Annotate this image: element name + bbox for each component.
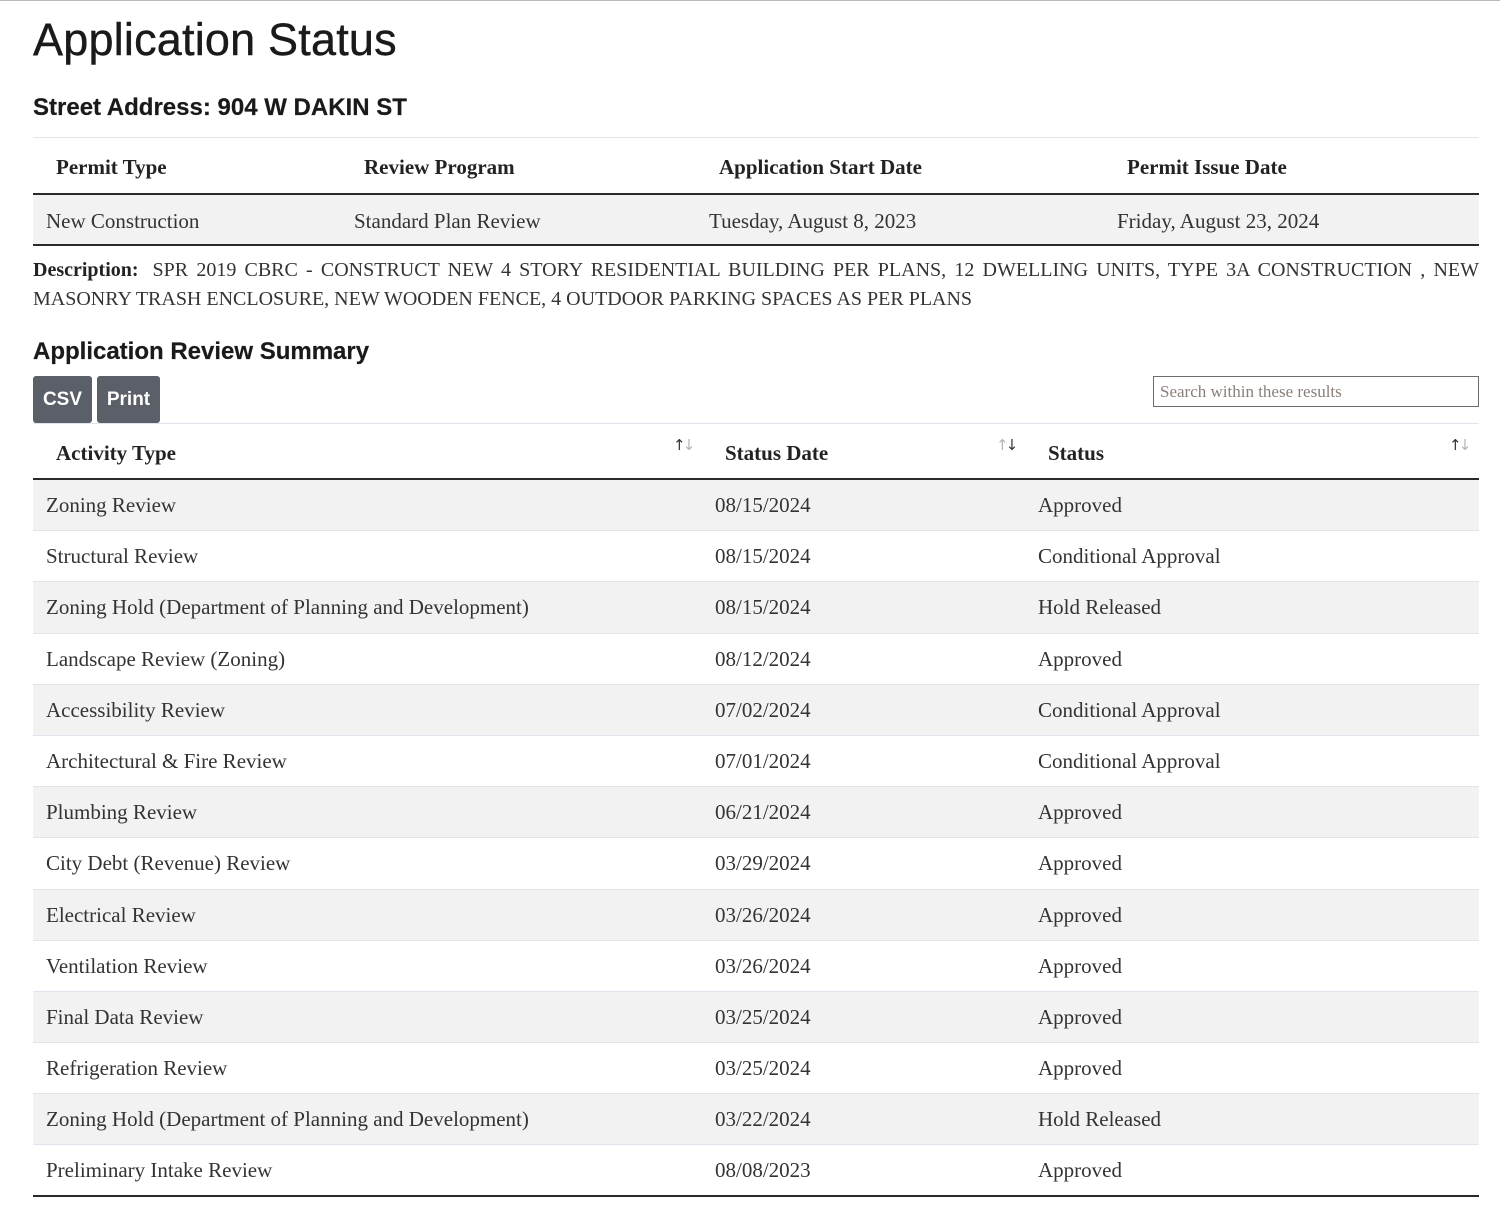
status-date-cell: 03/26/2024 bbox=[715, 953, 811, 978]
status-date-cell: 08/15/2024 bbox=[715, 493, 811, 517]
status-cell: Conditional Approval bbox=[1038, 544, 1221, 569]
status-cell: Approved bbox=[1038, 800, 1122, 825]
status-date-cell: 07/01/2024 bbox=[715, 748, 811, 773]
activity-type-cell: Refrigeration Review bbox=[46, 1056, 228, 1081]
status-cell: Approved bbox=[1038, 902, 1122, 927]
activity-type-cell: Preliminary Intake Review bbox=[46, 1158, 273, 1183]
table-row: Preliminary Intake Review 08/08/2023 Appro… bbox=[33, 1145, 1479, 1197]
activity-type-cell: Ventilation Review bbox=[46, 953, 208, 978]
print-button[interactable]: Print bbox=[97, 376, 160, 423]
permit-description: Description: SPR 2019 CBRC - CONSTRUCT NE… bbox=[33, 256, 1479, 314]
status-date-cell: 03/22/2024 bbox=[715, 1107, 811, 1132]
status-date-cell: 03/25/2024 bbox=[715, 1004, 811, 1029]
activity-type-cell: City Debt (Revenue) Review bbox=[46, 851, 291, 876]
activity-type-cell: Zoning Hold (Department of Planning and … bbox=[46, 1107, 529, 1132]
review-table-header: Activity Type ↑↓ Status Date ↑↓ Status ↑… bbox=[33, 424, 1479, 480]
status-cell: Approved bbox=[1038, 1004, 1122, 1029]
table-row: Accessibility Review 07/02/2024 Conditiona… bbox=[33, 684, 1479, 736]
header-review-program: Review Program bbox=[364, 155, 515, 179]
table-row: Zoning Review 08/15/2024 Approved bbox=[33, 480, 1479, 532]
permit-table-header: Permit Type Review Program Application S… bbox=[33, 138, 1479, 195]
application-start-date-value: Tuesday, August 8, 2023 bbox=[709, 209, 917, 233]
table-row: Zoning Hold (Department of Planning and … bbox=[33, 1094, 1479, 1146]
table-row: Plumbing Review 06/21/2024 Approved bbox=[33, 787, 1479, 839]
search-results-input[interactable] bbox=[1153, 376, 1479, 407]
activity-type-cell: Zoning Hold (Department of Planning and … bbox=[46, 595, 529, 620]
street-address: Street Address: 904 W DAKIN ST bbox=[33, 94, 407, 121]
sort-arrows-icon[interactable]: ↑↓ bbox=[996, 436, 1018, 454]
activity-type-cell: Final Data Review bbox=[46, 1004, 204, 1029]
status-date-cell: 03/25/2024 bbox=[715, 1056, 811, 1081]
status-date-cell: 08/15/2024 bbox=[715, 595, 811, 620]
sort-arrows-icon[interactable]: ↑↓ bbox=[673, 436, 695, 454]
header-application-start-date: Application Start Date bbox=[719, 155, 922, 179]
status-cell: Approved bbox=[1038, 493, 1122, 517]
activity-type-cell: Architectural & Fire Review bbox=[46, 748, 287, 773]
status-cell: Conditional Approval bbox=[1038, 748, 1221, 773]
status-cell: Approved bbox=[1038, 646, 1122, 671]
table-row: Final Data Review 03/25/2024 Approved bbox=[33, 991, 1479, 1044]
review-summary-table: Activity Type ↑↓ Status Date ↑↓ Status ↑… bbox=[33, 423, 1479, 1197]
status-cell: Approved bbox=[1038, 851, 1122, 876]
table-row: Zoning Hold (Department of Planning and … bbox=[33, 582, 1479, 634]
activity-type-cell: Plumbing Review bbox=[46, 800, 198, 825]
status-date-cell: 07/02/2024 bbox=[715, 697, 811, 722]
activity-type-cell: Landscape Review (Zoning) bbox=[46, 646, 286, 671]
page-title: Application Status bbox=[33, 14, 397, 65]
table-row: Architectural & Fire Review 07/01/2024 Con… bbox=[33, 735, 1479, 788]
status-cell: Conditional Approval bbox=[1038, 697, 1221, 722]
review-summary-title: Application Review Summary bbox=[33, 338, 370, 365]
status-cell: Hold Released bbox=[1038, 1107, 1162, 1132]
permit-summary-table: Permit Type Review Program Application S… bbox=[33, 137, 1479, 246]
permit-issue-date-value: Friday, August 23, 2024 bbox=[1117, 209, 1320, 233]
status-date-cell: 08/08/2023 bbox=[715, 1158, 811, 1183]
status-date-cell: 08/12/2024 bbox=[715, 646, 811, 671]
column-header-status[interactable]: Status bbox=[1048, 441, 1104, 466]
review-program-value: Standard Plan Review bbox=[354, 209, 541, 233]
description-label: Description: bbox=[33, 259, 139, 281]
table-row: Electrical Review 03/26/2024 Approved bbox=[33, 889, 1479, 941]
description-text: SPR 2019 CBRC - CONSTRUCT NEW 4 STORY RE… bbox=[33, 259, 1479, 310]
table-row: Ventilation Review 03/26/2024 Approved bbox=[33, 940, 1479, 992]
column-header-activity-type[interactable]: Activity Type bbox=[56, 441, 176, 466]
status-cell: Approved bbox=[1038, 1158, 1122, 1183]
status-date-cell: 03/29/2024 bbox=[715, 851, 811, 876]
activity-type-cell: Electrical Review bbox=[46, 902, 196, 927]
activity-type-cell: Structural Review bbox=[46, 544, 199, 569]
csv-export-button[interactable]: CSV bbox=[33, 376, 92, 423]
status-date-cell: 03/26/2024 bbox=[715, 902, 811, 927]
header-permit-issue-date: Permit Issue Date bbox=[1127, 155, 1287, 179]
status-cell: Approved bbox=[1038, 1056, 1122, 1081]
activity-type-cell: Accessibility Review bbox=[46, 697, 226, 722]
table-row: Structural Review 08/15/2024 Conditional A… bbox=[33, 531, 1479, 583]
table-row: City Debt (Revenue) Review 03/29/2024 Appr… bbox=[33, 838, 1479, 890]
table-row: Landscape Review (Zoning) 08/12/2024 Appro… bbox=[33, 633, 1479, 685]
status-date-cell: 06/21/2024 bbox=[715, 800, 811, 825]
status-cell: Approved bbox=[1038, 953, 1122, 978]
permit-type-value: New Construction bbox=[46, 209, 200, 233]
review-table-body: Zoning Review 08/15/2024 Approved Structur… bbox=[33, 480, 1479, 1197]
activity-type-cell: Zoning Review bbox=[46, 493, 177, 517]
permit-table-row: New Construction Standard Plan Review Tu… bbox=[33, 195, 1479, 246]
status-cell: Hold Released bbox=[1038, 595, 1162, 620]
table-row: Refrigeration Review 03/25/2024 Approved bbox=[33, 1043, 1479, 1095]
header-permit-type: Permit Type bbox=[56, 155, 167, 179]
column-header-status-date[interactable]: Status Date bbox=[725, 441, 828, 466]
sort-arrows-icon[interactable]: ↑↓ bbox=[1449, 436, 1471, 454]
status-date-cell: 08/15/2024 bbox=[715, 544, 811, 569]
